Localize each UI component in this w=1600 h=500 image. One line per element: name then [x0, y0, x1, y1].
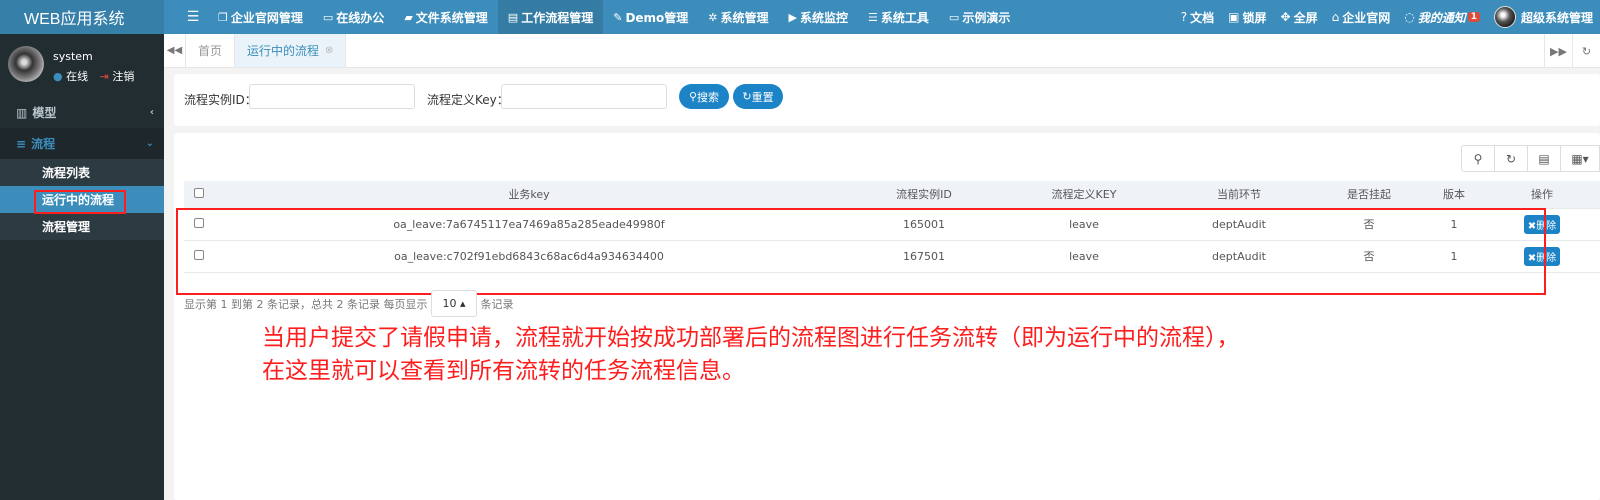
avatar	[1493, 6, 1516, 28]
site-link[interactable]: ⌂ 企业官网	[1325, 9, 1398, 26]
page-size-select[interactable]: 10 ▴	[431, 290, 477, 317]
select-all-checkbox[interactable]	[194, 187, 204, 198]
search-panel: 流程实例ID： 流程定义Key： ⚲ 搜索 ↻ 重置	[174, 74, 1600, 126]
pagination-info: 显示第 1 到第 2 条记录，总共 2 条记录 每页显示 10 ▴ 条记录	[184, 290, 514, 317]
chevron-left-icon: ‹	[149, 107, 154, 118]
toggle-view-icon[interactable]: ▤	[1527, 145, 1561, 172]
topmenu-item-workflow[interactable]: ▤ 工作流程管理	[497, 0, 604, 34]
video-icon: ▶	[788, 10, 797, 24]
highlight-box	[176, 208, 1546, 295]
menu-toggle-icon[interactable]: ☰	[178, 9, 208, 25]
lock-icon: ▣	[1228, 10, 1240, 24]
topmenu-item-monitor[interactable]: ▶ 系统监控	[779, 0, 858, 34]
columns-icon[interactable]: ▦▾	[1560, 145, 1600, 172]
tabs-scroll-left-icon[interactable]: ◀◀	[164, 34, 186, 67]
reset-button[interactable]: ↻ 重置	[733, 84, 783, 109]
annotation-line-1: 当用户提交了请假申请，流程就开始按成功部署后的流程图进行任务流转（即为运行中的流…	[262, 325, 1240, 351]
annotation-text: 当用户提交了请假申请，流程就开始按成功部署后的流程图进行任务流转（即为运行中的流…	[262, 322, 1240, 388]
highlight-box	[34, 190, 126, 214]
topmenu-item-demo[interactable]: ✎ Demo管理	[603, 0, 698, 34]
definition-key-label: 流程定义Key：	[427, 93, 509, 107]
edit-icon: ✎	[613, 10, 623, 24]
definition-key-input[interactable]	[501, 84, 667, 109]
comment-icon: ◌	[1404, 10, 1415, 24]
online-dot-icon: ●	[53, 70, 63, 83]
notifications-button[interactable]: ◌ 我的通知 1	[1397, 9, 1487, 26]
close-tab-icon[interactable]: ⊗	[325, 45, 333, 56]
col-current-node[interactable]: 当前环节	[1164, 181, 1314, 209]
per-page-label: 每页显示	[383, 297, 428, 311]
map-icon: ▥	[16, 105, 28, 120]
select-all-checkbox-cell	[184, 181, 214, 209]
fullscreen-button[interactable]: ✥ 全屏	[1274, 9, 1325, 26]
col-bizkey[interactable]: 业务key	[214, 181, 844, 209]
list-alt-icon: ▤	[507, 10, 519, 24]
bars-icon: ☰	[868, 10, 878, 24]
database-icon: ≡	[16, 136, 27, 151]
sidebar-item-process[interactable]: ≡ 流程 ⌄	[0, 128, 164, 159]
search-toggle-icon[interactable]: ⚲	[1461, 145, 1495, 172]
user-menu[interactable]: 超级系统管理	[1487, 6, 1600, 28]
folder-icon: ▰	[404, 10, 413, 24]
lock-screen-button[interactable]: ▣ 锁屏	[1221, 9, 1273, 26]
user-name: system	[53, 50, 93, 63]
app-title[interactable]: WEB应用系统	[0, 0, 164, 34]
per-page-suffix: 条记录	[480, 297, 514, 311]
caret-up-icon: ▴	[459, 297, 466, 310]
logout-link[interactable]: 注销	[112, 70, 134, 83]
top-navbar: WEB应用系统 ☰ ❐ 企业官网管理 ▭ 在线办公 ▰ 文件系统管理 ▤ 工作流程管理 …	[0, 0, 1600, 34]
tabs-scroll-right-icon[interactable]: ▶▶	[1544, 34, 1572, 68]
user-status: ● 在线 ⇥ 注销	[53, 70, 135, 83]
topmenu-item-site[interactable]: ❐ 企业官网管理	[208, 0, 313, 34]
sidebar-item-process-manage[interactable]: 流程管理	[0, 213, 164, 240]
tab-running-process[interactable]: 运行中的流程 ⊗	[235, 34, 347, 67]
tabs-bar: ◀◀ 首页 运行中的流程 ⊗ ▶▶ ↻	[164, 34, 1600, 68]
home-icon: ⌂	[1331, 10, 1340, 24]
topmenu-item-files[interactable]: ▰ 文件系统管理	[394, 0, 497, 34]
refresh-icon[interactable]: ↻	[1494, 145, 1528, 172]
gear-icon: ✲	[708, 10, 718, 24]
tab-home[interactable]: 首页	[186, 34, 236, 67]
col-definition-key[interactable]: 流程定义KEY	[1004, 181, 1164, 209]
refresh-icon: ↻	[742, 90, 752, 103]
col-instance-id[interactable]: 流程实例ID	[844, 181, 1004, 209]
top-menu: ❐ 企业官网管理 ▭ 在线办公 ▰ 文件系统管理 ▤ 工作流程管理 ✎ Demo管理 ✲ 系…	[208, 0, 1020, 34]
records-info: 显示第 1 到第 2 条记录，总共 2 条记录	[184, 297, 380, 311]
tabs-controls: ▶▶ ↻	[1544, 34, 1600, 68]
docs-link[interactable]: ? 文档	[1174, 9, 1221, 26]
col-version[interactable]: 版本	[1424, 181, 1484, 209]
topmenu-item-system[interactable]: ✲ 系统管理	[698, 0, 778, 34]
col-suspended[interactable]: 是否挂起	[1314, 181, 1424, 209]
search-button[interactable]: ⚲ 搜索	[679, 84, 729, 109]
user-panel: system ● 在线 ⇥ 注销	[0, 34, 164, 94]
sidebar-item-process-list[interactable]: 流程列表	[0, 159, 164, 186]
keyboard-icon: ▭	[322, 10, 334, 24]
instance-id-input[interactable]	[249, 84, 415, 109]
copy-icon: ❐	[218, 10, 228, 24]
refresh-tab-icon[interactable]: ↻	[1572, 34, 1600, 68]
question-icon: ?	[1180, 10, 1188, 24]
table-toolbar: ⚲ ↻ ▤ ▦▾	[1461, 145, 1600, 172]
desktop-icon: ▭	[948, 10, 960, 24]
topmenu-item-examples[interactable]: ▭ 示例演示	[939, 0, 1020, 34]
topmenu-item-office[interactable]: ▭ 在线办公	[313, 0, 394, 34]
sign-out-icon[interactable]: ⇥	[100, 70, 109, 83]
annotation-line-2: 在这里就可以查看到所有流转的任务流程信息。	[262, 358, 745, 384]
sidebar: system ● 在线 ⇥ 注销 ▥ 模型 ‹ ≡ 流程 ⌄ 流程列表 运行中的流程…	[0, 34, 164, 500]
instance-id-label: 流程实例ID：	[184, 93, 257, 107]
table-header-row: 业务key 流程实例ID 流程定义KEY 当前环节 是否挂起 版本 操作	[184, 181, 1600, 209]
avatar	[8, 46, 44, 82]
sidebar-item-model[interactable]: ▥ 模型 ‹	[0, 97, 164, 128]
topmenu-item-tools[interactable]: ☰ 系统工具	[858, 0, 939, 34]
top-right-menu: ? 文档 ▣ 锁屏 ✥ 全屏 ⌂ 企业官网 ◌ 我的通知 1 超级系统管理	[1174, 0, 1600, 34]
search-icon: ⚲	[688, 90, 698, 103]
col-actions: 操作	[1484, 181, 1600, 209]
arrows-icon: ✥	[1280, 10, 1291, 24]
chevron-down-icon: ⌄	[145, 138, 154, 149]
notification-badge: 1	[1467, 12, 1480, 22]
